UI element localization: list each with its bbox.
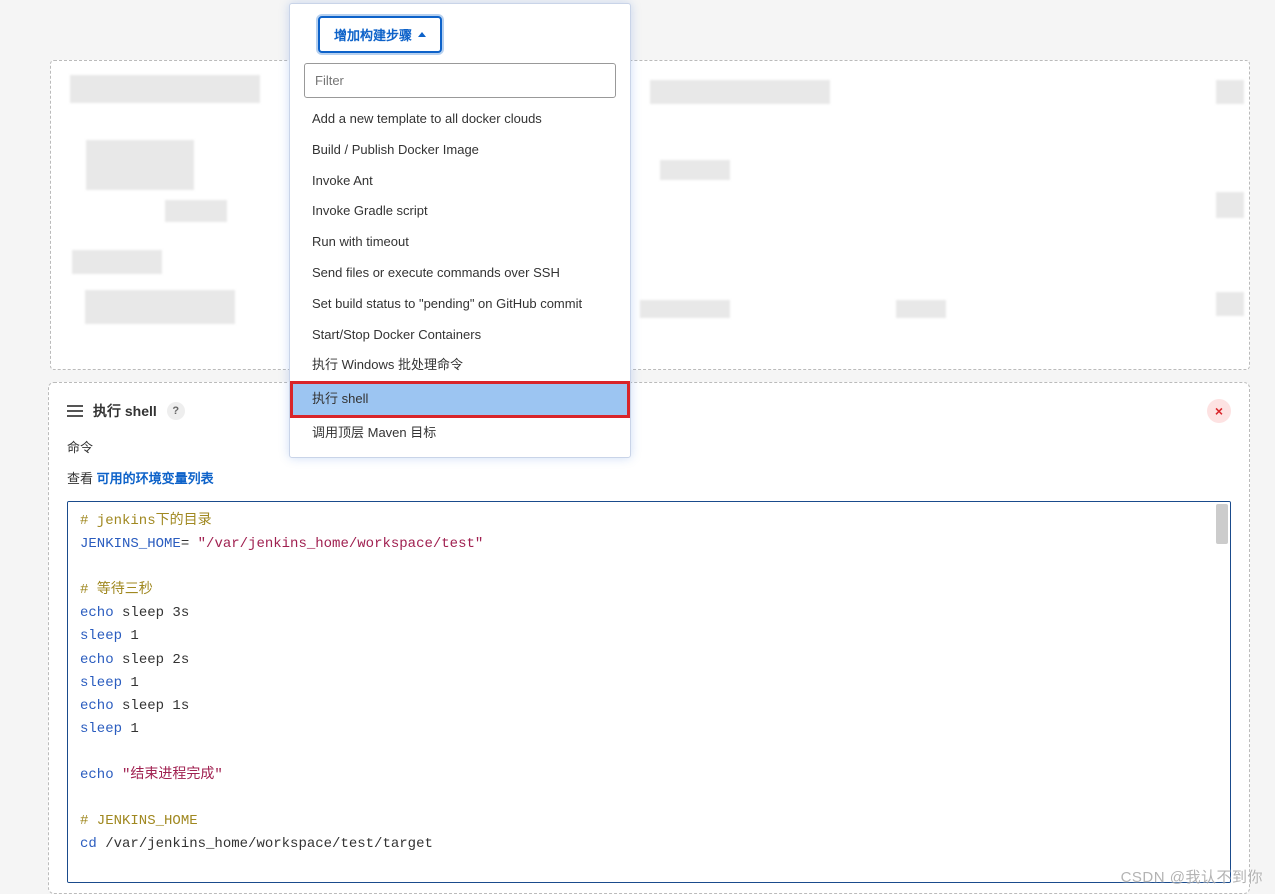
menu-item-run-timeout[interactable]: Run with timeout — [290, 227, 630, 258]
code-text: 1 — [122, 628, 139, 644]
add-build-step-button[interactable]: 增加构建步骤 — [318, 16, 442, 53]
blurred-content — [85, 290, 235, 324]
scrollbar-thumb[interactable] — [1216, 504, 1228, 544]
help-icon[interactable]: ? — [167, 402, 185, 420]
build-step-menu: Add a new template to all docker clouds … — [290, 104, 630, 449]
code-text: 1 — [122, 721, 139, 737]
upper-config-area: 增加构建步骤 Add a new template to all docker … — [0, 0, 1275, 370]
shell-command-editor[interactable]: # jenkins下的目录 JENKINS_HOME= "/var/jenkin… — [67, 501, 1231, 883]
menu-item-maven-top[interactable]: 调用顶层 Maven 目标 — [290, 418, 630, 449]
execute-shell-step: 执行 shell ? × 命令 查看 可用的环境变量列表 # jenkins下的… — [48, 382, 1250, 894]
code-cmd: echo — [80, 698, 114, 714]
blurred-content — [1216, 292, 1244, 316]
code-string: "结束进程完成" — [114, 767, 223, 783]
code-cmd: cd — [80, 836, 97, 852]
env-vars-link[interactable]: 可用的环境变量列表 — [97, 471, 214, 486]
menu-item-github-pending[interactable]: Set build status to "pending" on GitHub … — [290, 289, 630, 320]
blurred-content — [650, 80, 830, 104]
blurred-content — [1216, 192, 1244, 218]
add-build-step-label: 增加构建步骤 — [334, 25, 412, 44]
add-build-step-dropdown: 增加构建步骤 Add a new template to all docker … — [289, 3, 631, 458]
code-var: JENKINS_HOME — [80, 536, 181, 552]
menu-item-invoke-ant[interactable]: Invoke Ant — [290, 166, 630, 197]
code-comment: # JENKINS_HOME — [80, 813, 198, 829]
blurred-content — [640, 300, 730, 318]
menu-item-invoke-gradle[interactable]: Invoke Gradle script — [290, 196, 630, 227]
code-cmd: echo — [80, 652, 114, 668]
blurred-content — [72, 250, 162, 274]
blurred-content — [165, 200, 227, 222]
menu-item-ssh[interactable]: Send files or execute commands over SSH — [290, 258, 630, 289]
code-cmd: sleep — [80, 675, 122, 691]
step-title: 执行 shell — [93, 401, 157, 421]
menu-item-execute-shell[interactable]: 执行 shell — [290, 381, 630, 418]
blurred-content — [896, 300, 946, 318]
code-comment: # JENKINS_HOME — [80, 883, 198, 884]
code-text: 1 — [122, 675, 139, 691]
code-text: sleep 2s — [114, 652, 190, 668]
code-cmd: sleep — [80, 628, 122, 644]
code-text: sleep 1s — [114, 698, 190, 714]
blurred-content — [1216, 80, 1244, 104]
code-cmd: echo — [80, 767, 114, 783]
code-cmd: sleep — [80, 721, 122, 737]
code-op: = — [181, 536, 189, 552]
menu-item-windows-batch[interactable]: 执行 Windows 批处理命令 — [290, 350, 630, 381]
code-comment: # jenkins下的目录 — [80, 513, 212, 529]
code-cmd: echo — [80, 605, 114, 621]
menu-item-build-publish-docker[interactable]: Build / Publish Docker Image — [290, 135, 630, 166]
remove-step-button[interactable]: × — [1207, 399, 1231, 423]
command-label: 命令 — [67, 437, 1231, 456]
blurred-content — [70, 75, 260, 103]
code-comment: # 等待三秒 — [80, 582, 153, 598]
code-text: sleep 3s — [114, 605, 190, 621]
env-prefix: 查看 — [67, 471, 97, 486]
code-string: "/var/jenkins_home/workspace/test" — [189, 536, 483, 552]
blurred-content — [660, 160, 730, 180]
drag-handle-icon[interactable] — [67, 405, 83, 417]
env-vars-row: 查看 可用的环境变量列表 — [67, 468, 1231, 487]
menu-item-docker-template[interactable]: Add a new template to all docker clouds — [290, 104, 630, 135]
code-text: /var/jenkins_home/workspace/test/target — [97, 836, 433, 852]
blurred-content — [86, 140, 194, 190]
filter-input[interactable] — [304, 63, 616, 98]
menu-item-docker-containers[interactable]: Start/Stop Docker Containers — [290, 320, 630, 351]
step-header: 执行 shell ? × — [67, 399, 1231, 423]
caret-up-icon — [418, 32, 426, 37]
